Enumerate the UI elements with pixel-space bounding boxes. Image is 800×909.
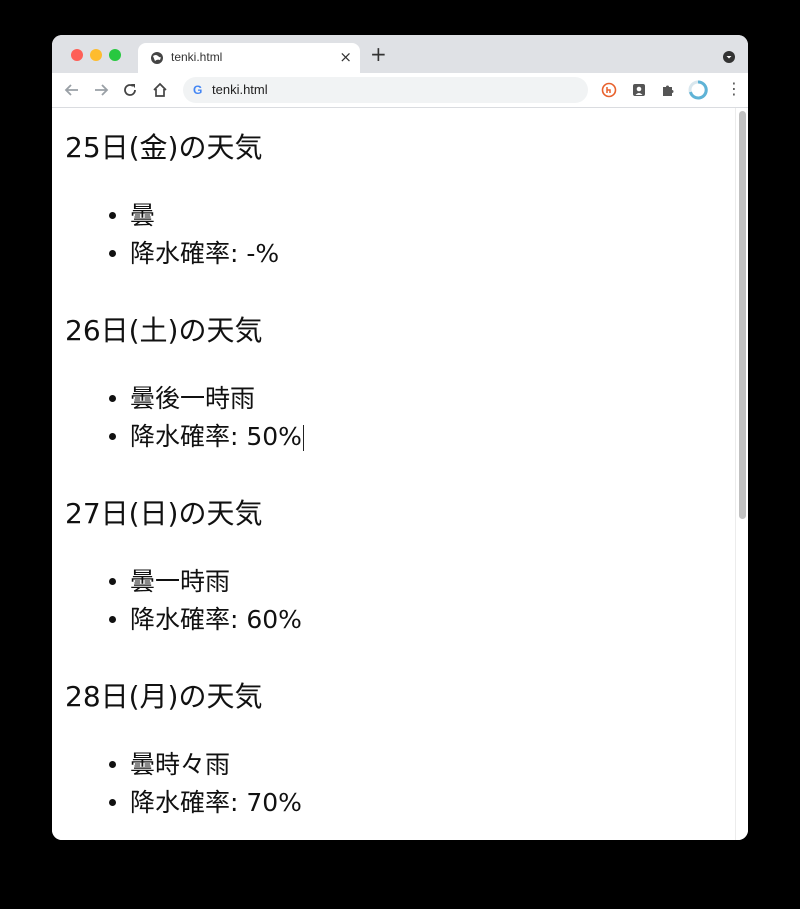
vertical-scrollbar[interactable]	[735, 108, 748, 840]
back-icon[interactable]	[63, 81, 81, 99]
forward-icon[interactable]	[92, 81, 110, 99]
home-icon[interactable]	[151, 81, 169, 99]
text-caret	[302, 425, 304, 451]
day-heading: 27日(日)の天気	[65, 497, 263, 530]
puzzle-icon[interactable]	[660, 82, 676, 98]
day-forecast-list: 曇 降水確率: -%	[106, 197, 279, 273]
day-heading: 25日(金)の天気	[65, 131, 263, 164]
day-heading: 28日(月)の天気	[65, 680, 263, 713]
google-icon: G	[193, 83, 203, 97]
day-forecast-list: 曇一時雨 降水確率: 60%	[106, 563, 302, 639]
tab-close-icon[interactable]: ×	[339, 48, 352, 66]
precip-item: 降水確率: -%	[106, 235, 279, 273]
weather-item: 曇	[106, 197, 279, 235]
browser-window: tenki.html × + G tenki.html ⋮ 25日(金)の天気 …	[52, 35, 748, 840]
globe-icon	[151, 52, 163, 64]
profile-avatar-icon[interactable]	[688, 80, 708, 100]
weather-item: 曇一時雨	[106, 563, 302, 601]
tab-title: tenki.html	[171, 50, 223, 64]
day-heading: 26日(土)の天気	[65, 314, 263, 347]
scrollbar-thumb[interactable]	[739, 111, 746, 519]
active-tab[interactable]: tenki.html ×	[138, 43, 360, 73]
precip-text: 降水確率: 50%	[130, 422, 302, 451]
day-forecast-list: 曇後一時雨 降水確率: 50%	[106, 380, 304, 456]
reload-icon[interactable]	[121, 81, 139, 99]
weather-item: 曇時々雨	[106, 746, 302, 784]
tab-strip: tenki.html × +	[52, 35, 748, 73]
close-window-button[interactable]	[71, 49, 83, 61]
url-text[interactable]: tenki.html	[212, 82, 268, 97]
address-bar[interactable]: G tenki.html	[183, 77, 588, 103]
extension-icon-2[interactable]	[631, 82, 647, 98]
browser-menu-icon[interactable]: ⋮	[726, 80, 742, 98]
precip-item: 降水確率: 60%	[106, 601, 302, 639]
tab-search-icon[interactable]	[723, 51, 735, 63]
minimize-window-button[interactable]	[90, 49, 102, 61]
new-tab-button[interactable]: +	[370, 43, 387, 65]
browser-toolbar: G tenki.html ⋮	[52, 73, 748, 108]
weather-item: 曇後一時雨	[106, 380, 304, 418]
extension-icon-1[interactable]	[601, 82, 617, 98]
precip-item: 降水確率: 70%	[106, 784, 302, 822]
zoom-window-button[interactable]	[109, 49, 121, 61]
day-forecast-list: 曇時々雨 降水確率: 70%	[106, 746, 302, 822]
page-content: 25日(金)の天気 曇 降水確率: -% 26日(土)の天気 曇後一時雨 降水確…	[52, 108, 735, 840]
precip-item: 降水確率: 50%	[106, 418, 304, 456]
